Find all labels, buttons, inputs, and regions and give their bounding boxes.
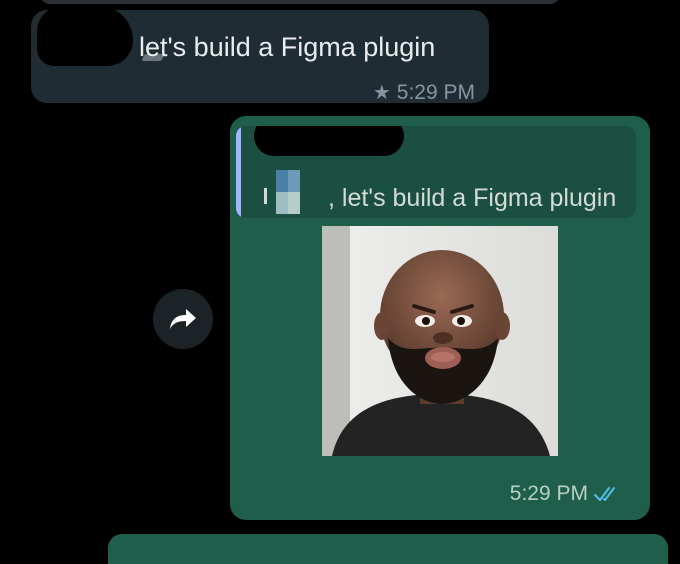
incoming-message-bubble[interactable]: let's build a Figma plugin ★ 5:29 PM [31,6,489,105]
pixelated-redaction [288,192,300,214]
message-time: 5:29 PM [509,482,588,505]
pixelated-redaction [276,192,288,214]
quote-accent-bar [236,126,241,218]
pixelated-redaction [288,170,300,192]
next-message-edge [108,534,668,564]
quoted-text: , let's build a Figma plugin [328,184,617,212]
previous-message-edge [40,0,560,4]
redaction-mark [264,188,267,204]
forward-button[interactable] [153,289,213,349]
quoted-message[interactable]: , let's build a Figma plugin [236,126,636,218]
message-meta: ★ 5:29 PM [373,80,475,105]
message-meta: 5:29 PM [510,482,620,509]
photo-image [322,226,558,456]
pixelated-redaction [276,170,288,192]
message-text: let's build a Figma plugin [139,32,436,62]
forward-arrow-icon [170,309,196,329]
message-time: 5:29 PM [396,81,475,104]
outgoing-message-bubble[interactable]: , let's build a Figma plugin 5:29 PM [230,116,650,520]
star-icon: ★ [372,82,391,104]
redaction-mark [254,126,404,156]
attached-photo[interactable] [322,226,558,456]
redaction-mark [37,6,133,66]
double-check-icon [594,485,620,509]
